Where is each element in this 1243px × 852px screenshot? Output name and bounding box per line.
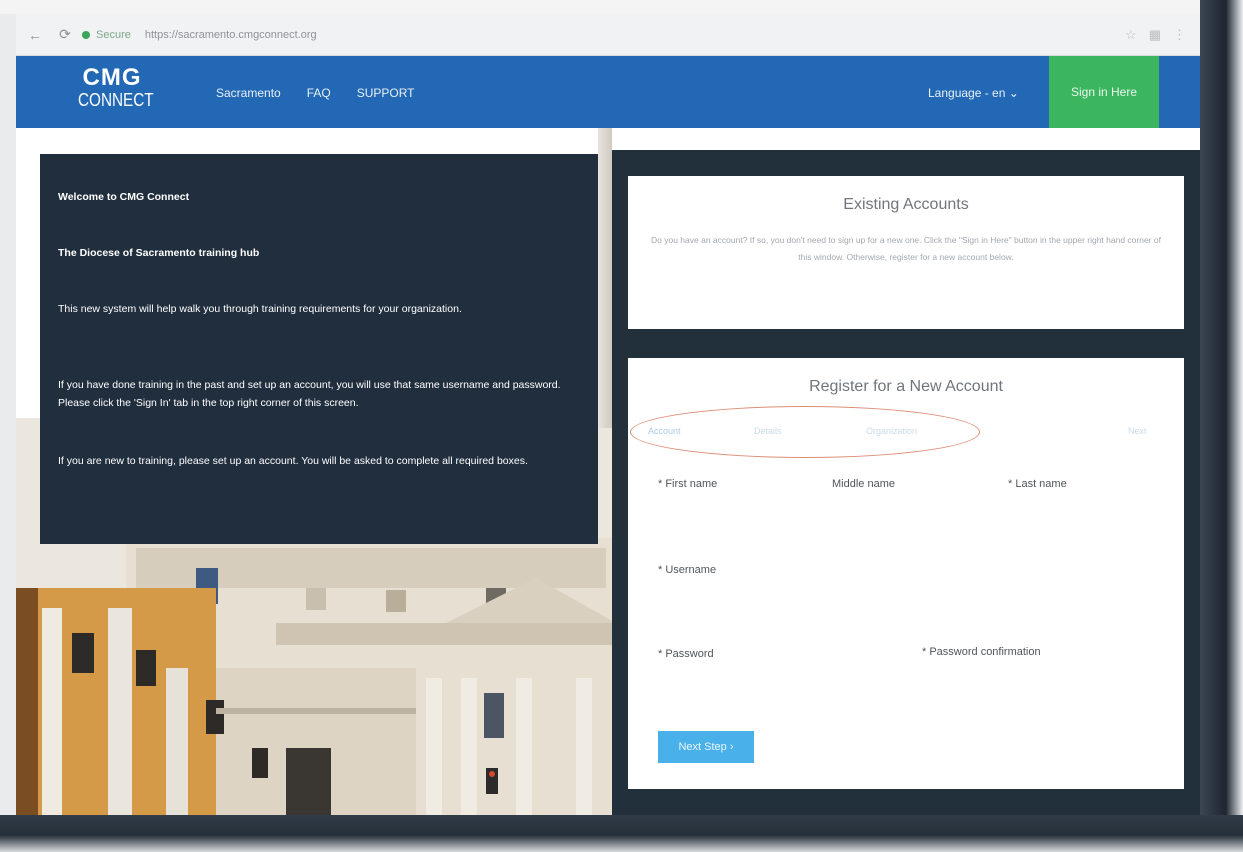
reload-icon[interactable]: ⟳ bbox=[54, 24, 76, 46]
photo-frame-top bbox=[0, 0, 1243, 14]
welcome-subheading: The Diocese of Sacramento training hub bbox=[58, 247, 260, 259]
star-icon[interactable]: ☆ bbox=[1125, 27, 1137, 43]
language-selector[interactable]: Language - en ⌄ bbox=[928, 86, 1019, 100]
nav-faq[interactable]: FAQ bbox=[307, 86, 331, 100]
nav-support[interactable]: SUPPORT bbox=[357, 86, 415, 100]
stone-column bbox=[598, 128, 612, 428]
existing-accounts-card: Existing Accounts Do you have an account… bbox=[628, 176, 1184, 329]
browser-toolbar: ← ⟳ Secure https://sacramento.cmgconnect… bbox=[16, 14, 1200, 56]
secure-lock-icon bbox=[82, 30, 90, 39]
cmg-connect-logo[interactable]: CMG CONNECT bbox=[72, 66, 154, 111]
nav-sacramento[interactable]: Sacramento bbox=[216, 86, 281, 100]
welcome-new-users: If you are new to training, please set u… bbox=[58, 455, 528, 467]
password-confirmation-label: * Password confirmation bbox=[922, 646, 1041, 658]
next-step-button[interactable]: Next Step › bbox=[658, 731, 754, 763]
welcome-returning-users: If you have done training in the past an… bbox=[58, 379, 561, 409]
photo-frame-left bbox=[0, 14, 16, 815]
step-next[interactable]: Next bbox=[1128, 426, 1147, 436]
welcome-heading: Welcome to CMG Connect bbox=[58, 191, 190, 203]
site-header: CMG CONNECT Sacramento FAQ SUPPORT Langu… bbox=[16, 56, 1200, 128]
photo-frame-right bbox=[1200, 0, 1243, 852]
menu-dots-icon[interactable]: ⋮ bbox=[1173, 27, 1186, 43]
existing-accounts-title: Existing Accounts bbox=[843, 196, 969, 213]
annotation-oval bbox=[630, 406, 980, 458]
register-card: Register for a New Account Account Detai… bbox=[628, 358, 1184, 789]
welcome-panel: Welcome to CMG Connect The Diocese of Sa… bbox=[40, 154, 598, 544]
address-bar[interactable]: Secure https://sacramento.cmgconnect.org bbox=[82, 23, 1042, 47]
back-arrow-icon[interactable]: ← bbox=[24, 24, 46, 46]
main-nav: Sacramento FAQ SUPPORT bbox=[216, 86, 415, 100]
existing-accounts-text: Do you have an account? If so, you don't… bbox=[651, 235, 1161, 262]
last-name-label: * Last name bbox=[1008, 478, 1067, 490]
middle-name-label: Middle name bbox=[832, 478, 895, 490]
sign-in-button[interactable]: Sign in Here bbox=[1049, 56, 1159, 128]
username-label: * Username bbox=[658, 564, 717, 576]
page-content: Welcome to CMG Connect The Diocese of Sa… bbox=[16, 128, 1200, 815]
welcome-intro: This new system will help walk you throu… bbox=[58, 303, 462, 315]
photo-frame-bottom bbox=[0, 815, 1243, 852]
first-name-label: * First name bbox=[658, 478, 718, 490]
register-title: Register for a New Account bbox=[809, 378, 1003, 395]
secure-label: Secure bbox=[96, 28, 131, 41]
password-label: * Password bbox=[658, 648, 714, 660]
extension-icon[interactable]: ▦ bbox=[1149, 27, 1161, 43]
url-text: https://sacramento.cmgconnect.org bbox=[144, 28, 317, 41]
